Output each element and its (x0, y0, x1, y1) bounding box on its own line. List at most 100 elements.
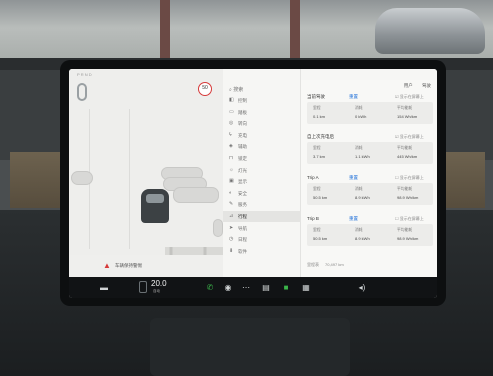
trip-reset-button[interactable]: 重置 (349, 175, 358, 181)
settings-nav-label: 踏板 (238, 109, 247, 115)
header-drive[interactable]: 驾驶 (422, 83, 431, 88)
settings-nav-label: 显示 (238, 179, 247, 185)
speed-limit-sign: 50 (198, 82, 212, 96)
trip-stat: 里程 50.5 km (313, 228, 353, 241)
settings-nav-item[interactable]: ◧ 控制 (223, 95, 301, 106)
camera-icon[interactable]: ◉ (221, 281, 235, 294)
own-car-model (141, 189, 169, 223)
trip-stat: 消耗 0 kWh (355, 106, 395, 119)
trip-stat: 平均能耗 154 Wh/km (397, 106, 437, 119)
trip-stat: 里程 50.5 km (313, 187, 353, 200)
settings-nav-item[interactable]: ▣ 显示 (223, 176, 301, 187)
trip-stat-value: 8.9 kWh (355, 236, 370, 241)
odometer: 里程表 70,497 km (307, 262, 344, 268)
settings-nav-label: 控制 (238, 98, 247, 103)
dash-trim-left (10, 152, 62, 208)
warning-triangle-icon: ▲ (103, 261, 111, 270)
settings-nav-item[interactable]: ⬇ 软件 (223, 246, 301, 257)
trip-display-checkbox[interactable]: ☑ 显示在屏幕上 (395, 94, 424, 100)
alert-bar[interactable]: ▲ 车辆保持警惕 (69, 255, 223, 277)
settings-nav-item[interactable]: ◐ 安全 (223, 188, 301, 199)
trip-stat-label: 消耗 (355, 228, 363, 232)
touchscreen-display: P R N D 50 ▲ 车辆保持警惕 ⌕ 搜索 ◧ 控制 ▭ 踏板 ◎ 转向 … (69, 69, 437, 298)
settings-nav-item[interactable]: ◷ 日程 (223, 234, 301, 245)
trip-title: 当前驾驶 (307, 94, 325, 99)
dots-icon[interactable]: ⋯ (239, 281, 253, 294)
settings-nav-item[interactable]: ▭ 踏板 (223, 107, 301, 118)
drive-state-indicator (77, 83, 87, 101)
media-icon[interactable]: ▤ (259, 281, 273, 294)
trip-stat-label: 消耗 (355, 146, 363, 150)
outside-pillar (160, 0, 170, 62)
gear-status: P R N D (77, 72, 92, 77)
settings-nav-item[interactable]: ➤ 导航 (223, 223, 301, 234)
app-icon[interactable]: ■ (279, 281, 293, 294)
trip-stat-value: 445 Wh/km (397, 154, 418, 159)
nearby-vehicle (71, 171, 93, 185)
temperature-display[interactable]: 20.0 (151, 279, 167, 288)
trip-stat: 平均能耗 98.9 Wh/km (397, 228, 437, 241)
settings-nav-label: 充电 (238, 132, 247, 138)
odometer-value: 70,497 km (325, 262, 344, 267)
settings-nav-item[interactable]: ⊓ 锁定 (223, 153, 301, 164)
charge-icon: ϟ (229, 131, 232, 138)
trip-display-checkbox[interactable]: ☐ 显示在屏幕上 (395, 216, 424, 222)
settings-nav-label: 导航 (238, 225, 247, 231)
safety-icon: ◐ (229, 189, 233, 196)
car-icon[interactable]: ▬ (97, 281, 111, 294)
autopilot-icon: ◈ (229, 143, 233, 150)
trip-title: Trip A (307, 175, 319, 180)
trip-stat-label: 里程 (313, 187, 321, 191)
settings-nav-label: 服务 (238, 202, 247, 208)
trip-title: Trip B (307, 216, 319, 221)
settings-nav-item[interactable]: ϟ 充电 (223, 130, 301, 141)
trip-stat-value: 0 kWh (355, 114, 367, 119)
settings-nav-item[interactable]: ⊿ 行程 (223, 211, 301, 222)
trip-stat: 消耗 8.9 kWh (355, 228, 395, 241)
search-label: 搜索 (233, 87, 244, 93)
trip-stat-value: 50.5 km (313, 236, 328, 241)
trip-display-checkbox[interactable]: ☐ 显示在屏幕上 (395, 175, 424, 181)
trip-stat: 里程 3.7 km (313, 146, 353, 159)
settings-nav-label: 行程 (238, 214, 247, 219)
trip-reset-button[interactable]: 重置 (349, 216, 358, 222)
schedule-icon: ◷ (229, 236, 234, 243)
trip-stat: 消耗 1.1 kWh (355, 146, 395, 159)
trip-stat-value: 8.9 kWh (355, 195, 370, 200)
odometer-label: 里程表 (307, 262, 319, 267)
trip-stat-value: 50.5 km (313, 195, 328, 200)
lane-line (129, 109, 130, 249)
settings-nav-label: 转向 (238, 121, 247, 127)
trip-stat-label: 平均能耗 (397, 146, 413, 150)
display-icon: ▣ (229, 178, 234, 185)
trip-reset-button[interactable]: 重置 (349, 94, 358, 100)
settings-nav-item[interactable]: ◎ 转向 (223, 118, 301, 129)
search-icon: ⌕ (229, 87, 232, 93)
trip-stat-value: 1.1 kWh (355, 154, 370, 159)
content-header: 用户 驾驶 (396, 83, 431, 89)
header-user[interactable]: 用户 (404, 83, 413, 88)
calendar-icon[interactable]: ▦ (299, 281, 313, 294)
phone-icon[interactable]: ✆ (203, 281, 217, 294)
locks-icon: ⊓ (229, 155, 233, 161)
settings-nav-item[interactable]: ☼ 灯光 (223, 165, 301, 176)
trip-stat: 平均能耗 98.9 Wh/km (397, 187, 437, 200)
trip-stat-label: 平均能耗 (397, 187, 413, 191)
software-icon: ⬇ (229, 247, 234, 254)
trip-stat-label: 平均能耗 (397, 106, 413, 110)
touchscreen-bezel: P R N D 50 ▲ 车辆保持警惕 ⌕ 搜索 ◧ 控制 ▭ 踏板 ◎ 转向 … (60, 60, 446, 306)
settings-nav-item[interactable]: ◈ 辅助 (223, 141, 301, 152)
volume-icon[interactable]: ◂) (355, 281, 369, 294)
trip-display-checkbox[interactable]: ☑ 显示在屏幕上 (395, 134, 424, 140)
outside-pillar (290, 0, 300, 62)
temperature-mode: 自动 (153, 289, 160, 293)
trip-stat-value: 3.7 km (313, 154, 326, 159)
center-console (150, 318, 350, 376)
settings-search[interactable]: ⌕ 搜索 (229, 86, 243, 93)
trip-stats-box: 里程 0.1 km 消耗 0 kWh 平均能耗 154 Wh/km (307, 102, 433, 124)
checkbox-label: 显示在屏幕上 (399, 134, 424, 139)
seat-heater-icon[interactable] (139, 281, 147, 293)
settings-nav-item[interactable]: ✎ 服务 (223, 199, 301, 210)
trip-stat-label: 里程 (313, 146, 321, 150)
car-visualization-panel[interactable]: P R N D 50 ▲ 车辆保持警惕 (69, 69, 223, 277)
